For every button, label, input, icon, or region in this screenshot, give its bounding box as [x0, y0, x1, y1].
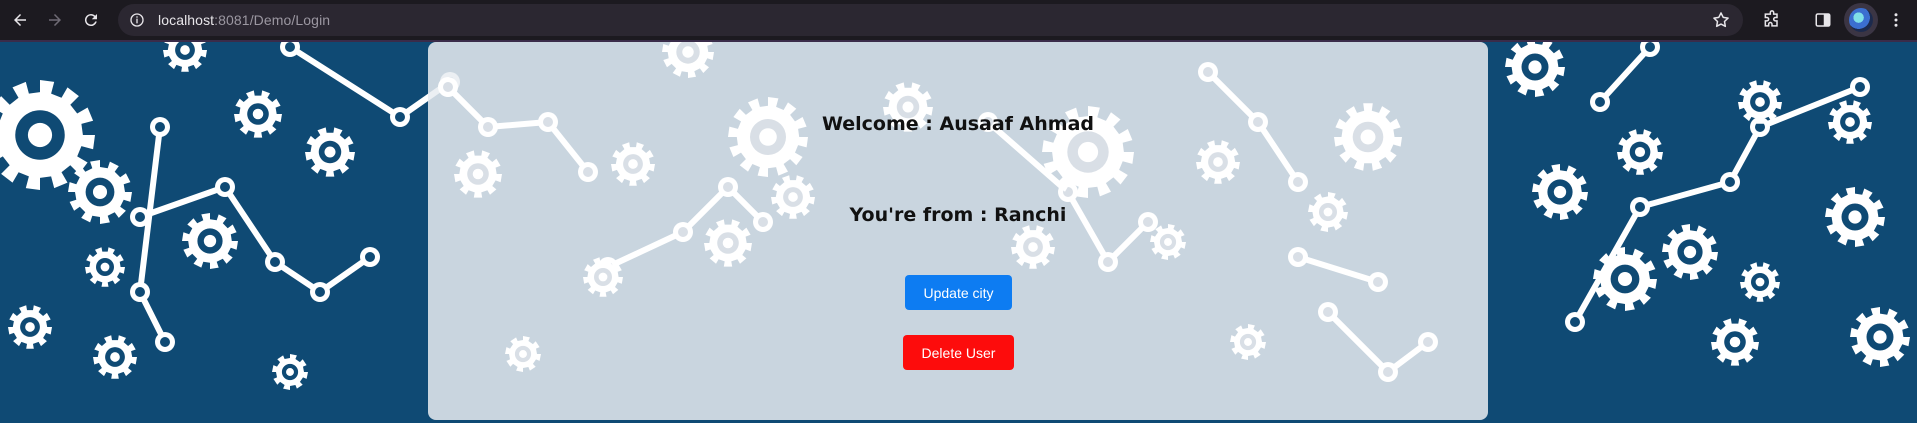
- profile-avatar[interactable]: [1844, 3, 1878, 37]
- extensions-icon: [1764, 10, 1778, 27]
- side-panel-button[interactable]: [1808, 5, 1838, 35]
- reload-icon: [84, 14, 97, 27]
- url-host: localhost: [158, 12, 215, 28]
- more-menu-icon: [1894, 13, 1898, 27]
- url-path: :8081/Demo/Login: [214, 12, 331, 28]
- browser-toolbar: localhost:8081/Demo/Login: [0, 0, 1917, 40]
- page-background: Welcome : Ausaaf Ahmad You're from : Ran…: [0, 42, 1917, 423]
- back-button[interactable]: [5, 5, 35, 35]
- url-text: localhost:8081/Demo/Login: [158, 12, 330, 28]
- site-info-icon[interactable]: [126, 9, 148, 31]
- bookmark-star-icon[interactable]: [1711, 10, 1731, 30]
- city-heading: You're from : Ranchi: [849, 204, 1067, 226]
- user-card: Welcome : Ausaaf Ahmad You're from : Ran…: [428, 42, 1488, 420]
- back-arrow-icon: [14, 14, 26, 26]
- delete-user-button[interactable]: Delete User: [903, 335, 1014, 370]
- address-bar[interactable]: localhost:8081/Demo/Login: [118, 4, 1743, 36]
- side-panel-icon: [1815, 13, 1831, 27]
- avatar-image: [1849, 8, 1873, 32]
- extensions-button[interactable]: [1757, 5, 1787, 35]
- update-city-button[interactable]: Update city: [905, 275, 1012, 310]
- reload-button[interactable]: [76, 5, 106, 35]
- more-menu-button[interactable]: [1884, 5, 1908, 35]
- forward-arrow-icon: [49, 14, 61, 26]
- welcome-heading: Welcome : Ausaaf Ahmad: [821, 113, 1095, 135]
- forward-button[interactable]: [40, 5, 70, 35]
